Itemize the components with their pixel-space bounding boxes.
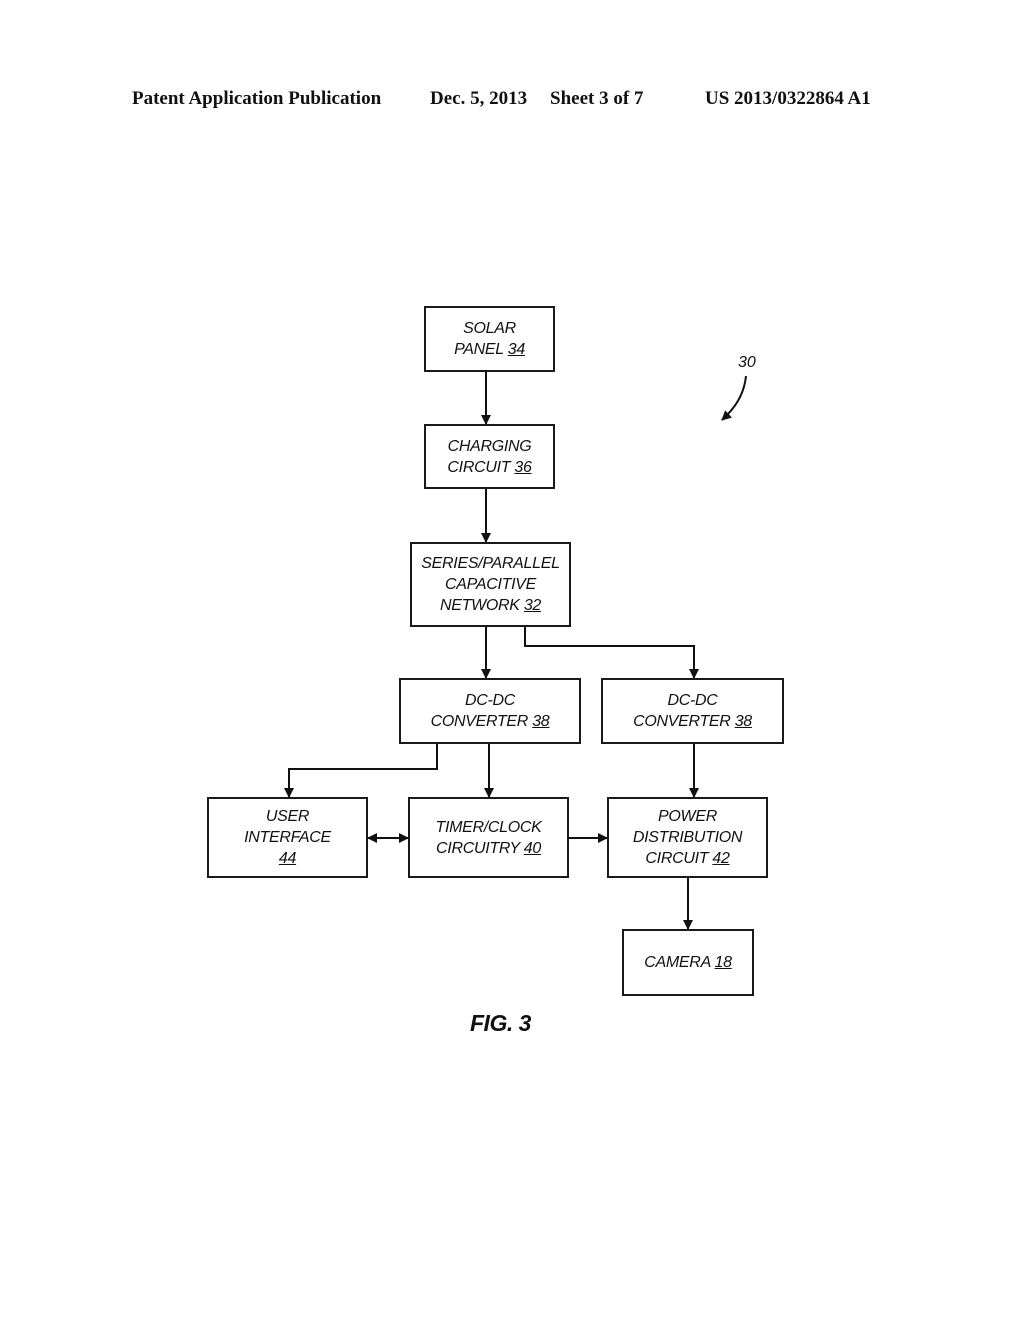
reference-30-leader-arrow — [721, 375, 747, 421]
block-text: NETWORK — [439, 597, 520, 614]
block-line: USER — [265, 808, 310, 825]
reference-number: 38 — [532, 713, 550, 730]
block-line: DISTRIBUTION — [632, 829, 743, 846]
block-line-with-ref: NETWORK 32 — [440, 595, 541, 616]
block-line-with-ref: CAMERA 18 — [644, 952, 733, 973]
reference-numeral-30: 30 — [738, 354, 756, 371]
block-dcdc-converter-left: DC-DC CONVERTER 38 — [399, 678, 581, 744]
block-timer-clock-circuitry: TIMER/CLOCK CIRCUITRY 40 — [408, 797, 569, 878]
block-line: DC-DC — [667, 692, 718, 709]
block-line-with-ref: CONVERTER 38 — [633, 711, 752, 732]
block-line: INTERFACE — [244, 829, 331, 846]
block-text: CONVERTER — [430, 713, 529, 730]
block-solar-panel: SOLAR PANEL 34 — [424, 306, 555, 372]
block-text: CIRCUIT — [645, 850, 709, 867]
reference-number: 34 — [507, 341, 526, 358]
block-line: SOLAR — [463, 320, 516, 337]
figure-label: FIG. 3 — [470, 1010, 531, 1036]
reference-number: 42 — [712, 850, 730, 867]
block-dcdc-converter-right: DC-DC CONVERTER 38 — [601, 678, 784, 744]
block-camera: CAMERA 18 — [622, 929, 754, 996]
reference-number: 44 — [278, 850, 297, 867]
block-line: TIMER/CLOCK — [435, 818, 542, 836]
block-text: CAMERA — [644, 954, 711, 971]
block-line-with-ref: CIRCUITRY 40 — [436, 838, 541, 859]
block-line-with-ref: CIRCUIT 36 — [447, 457, 531, 478]
block-charging-circuit: CHARGING CIRCUIT 36 — [424, 424, 555, 489]
block-text: CONVERTER — [633, 713, 731, 730]
block-power-distribution-circuit: POWER DISTRIBUTION CIRCUIT 42 — [607, 797, 768, 878]
block-line-with-ref: CONVERTER 38 — [431, 711, 550, 732]
reference-number: 18 — [714, 954, 733, 971]
connection-lines — [284, 371, 747, 930]
block-line-with-ref: CIRCUIT 42 — [645, 848, 729, 869]
reference-number: 36 — [514, 458, 532, 476]
block-user-interface: USER INTERFACE 44 — [207, 797, 368, 878]
block-line: CAPACITIVE — [445, 576, 536, 593]
arrow-network-to-dcdc-right — [524, 626, 699, 679]
reference-number: 32 — [523, 597, 542, 614]
reference-number: 38 — [734, 713, 753, 730]
block-line: DC-DC — [464, 692, 516, 709]
block-line-with-ref: PANEL 34 — [454, 339, 525, 360]
block-line: POWER — [658, 808, 717, 825]
block-text: CIRCUIT — [447, 458, 511, 476]
block-capacitive-network: SERIES/PARALLEL CAPACITIVE NETWORK 32 — [410, 542, 571, 627]
reference-number: 40 — [523, 839, 542, 857]
arrow-dcdc-left-to-user-interface — [284, 743, 438, 798]
block-line: CHARGING — [447, 437, 532, 455]
block-text: CIRCUITRY — [436, 839, 520, 857]
block-line: SERIES/PARALLEL — [421, 555, 560, 572]
block-text: PANEL — [454, 341, 504, 358]
